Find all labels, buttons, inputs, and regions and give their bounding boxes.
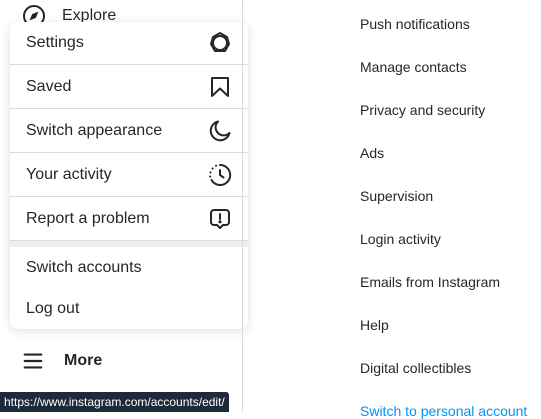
settings-item-ads[interactable]: Ads bbox=[360, 145, 384, 161]
settings-icon bbox=[210, 32, 230, 52]
settings-list: Push notifications Manage contacts Priva… bbox=[243, 0, 541, 419]
menu-item-settings[interactable]: Settings bbox=[10, 22, 248, 65]
hamburger-menu-icon bbox=[23, 353, 43, 369]
switch-personal-account-link[interactable]: Switch to personal account bbox=[360, 403, 527, 419]
more-button-label: More bbox=[64, 352, 103, 369]
menu-item-log-out[interactable]: Log out bbox=[10, 287, 248, 329]
left-navigation: Explore Settings Saved Switch appearance… bbox=[0, 0, 248, 412]
settings-item-manage-contacts[interactable]: Manage contacts bbox=[360, 59, 467, 75]
menu-item-label: Your activity bbox=[26, 166, 112, 183]
settings-item-privacy-security[interactable]: Privacy and security bbox=[360, 102, 485, 118]
settings-item-push-notifications[interactable]: Push notifications bbox=[360, 16, 470, 32]
menu-item-switch-accounts[interactable]: Switch accounts bbox=[10, 247, 248, 290]
report-icon bbox=[210, 209, 230, 229]
menu-item-label: Saved bbox=[26, 78, 72, 95]
menu-item-label: Log out bbox=[26, 299, 80, 317]
settings-item-digital-collectibles[interactable]: Digital collectibles bbox=[360, 360, 471, 376]
menu-item-label: Settings bbox=[26, 34, 84, 51]
more-menu: Settings Saved Switch appearance Your ac… bbox=[10, 22, 248, 329]
status-bar-url: https://www.instagram.com/accounts/edit/ bbox=[0, 392, 229, 412]
settings-item-emails[interactable]: Emails from Instagram bbox=[360, 274, 500, 290]
bookmark-icon bbox=[211, 77, 229, 97]
menu-item-your-activity[interactable]: Your activity bbox=[10, 154, 248, 197]
more-button[interactable]: More bbox=[22, 347, 102, 375]
menu-item-label: Switch appearance bbox=[26, 122, 163, 139]
menu-item-switch-appearance[interactable]: Switch appearance bbox=[10, 110, 248, 153]
menu-item-saved[interactable]: Saved bbox=[10, 66, 248, 109]
activity-icon bbox=[209, 163, 232, 186]
settings-item-login-activity[interactable]: Login activity bbox=[360, 231, 441, 247]
menu-item-label: Report a problem bbox=[26, 210, 150, 227]
menu-item-label: Switch accounts bbox=[26, 259, 142, 276]
menu-item-report-problem[interactable]: Report a problem bbox=[10, 198, 248, 241]
moon-icon bbox=[209, 120, 231, 142]
settings-item-supervision[interactable]: Supervision bbox=[360, 188, 433, 204]
settings-item-help[interactable]: Help bbox=[360, 317, 389, 333]
